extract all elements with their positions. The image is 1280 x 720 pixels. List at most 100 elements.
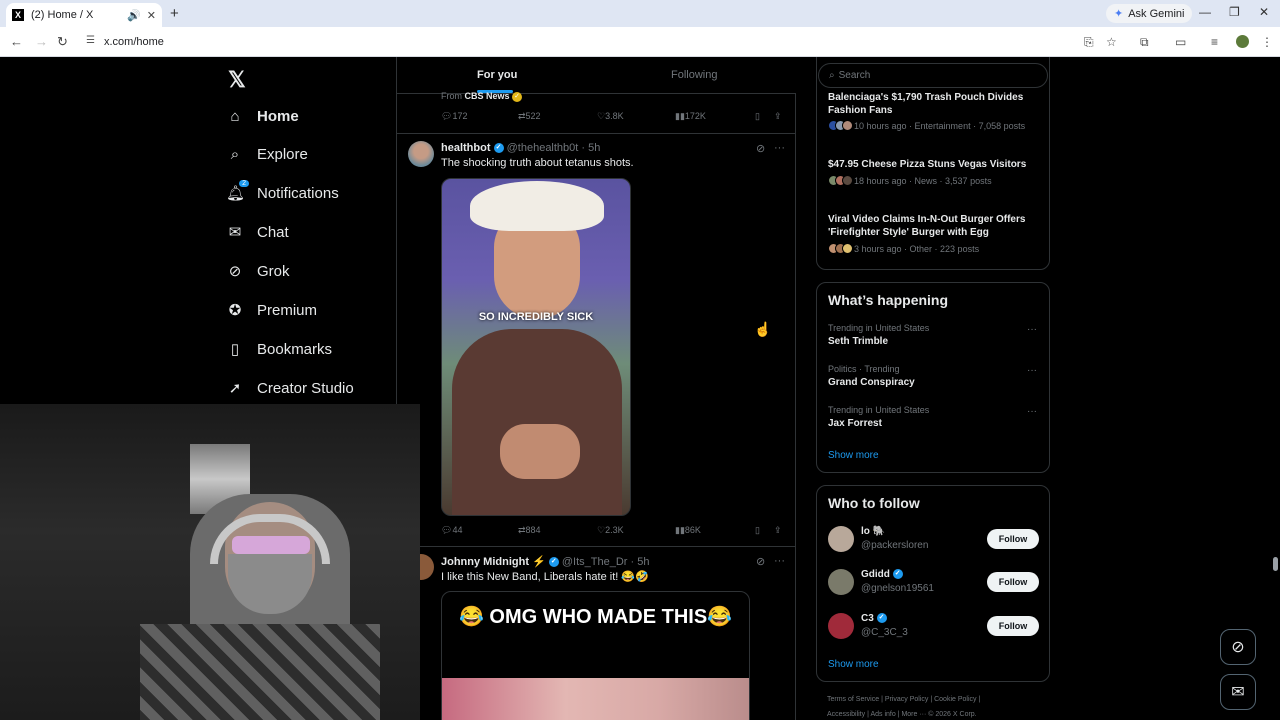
bookmark-icon[interactable]: ▯ bbox=[755, 111, 760, 122]
nav-creator-studio[interactable]: ➚ Creator Studio bbox=[226, 373, 354, 403]
like-button[interactable]: ♡ 2.3K bbox=[597, 525, 624, 536]
minimize-icon[interactable]: — bbox=[1199, 5, 1211, 19]
news-meta-text: 18 hours ago · News · 3,537 posts bbox=[854, 175, 992, 186]
grok-explain-icon[interactable]: ⊘ bbox=[756, 555, 765, 568]
x-logo-icon[interactable]: 𝕏 bbox=[228, 67, 246, 93]
repost-button[interactable]: ⇄ 884 bbox=[518, 525, 541, 536]
footer-links[interactable]: Accessibility | Ads info | More ··· © 20… bbox=[827, 711, 977, 718]
reload-icon[interactable]: ↻ bbox=[57, 34, 68, 50]
more-options-icon[interactable]: ··· bbox=[774, 142, 785, 154]
avatar-stack bbox=[828, 243, 853, 254]
more-options-icon[interactable]: ··· bbox=[1027, 365, 1037, 376]
nav-bookmarks-label: Bookmarks bbox=[257, 340, 333, 358]
share-icon[interactable]: ⇪ bbox=[774, 525, 782, 536]
post-video[interactable]: SO INCREDIBLY SICK bbox=[441, 178, 631, 516]
extensions-icon[interactable]: ⧉ bbox=[1140, 35, 1149, 50]
tab-for-you[interactable]: For you bbox=[477, 69, 517, 81]
nav-chat[interactable]: ✉ Chat bbox=[226, 217, 289, 247]
restore-icon[interactable]: ❐ bbox=[1229, 5, 1240, 19]
account-name[interactable]: lo 🐘 bbox=[861, 526, 885, 537]
nav-notifications[interactable]: 🔔︎ 2 Notifications bbox=[226, 178, 339, 208]
avatar[interactable] bbox=[828, 526, 854, 552]
browser-menu-icon[interactable]: ⋮ bbox=[1261, 35, 1273, 49]
verified-icon: ✓ bbox=[876, 613, 887, 624]
nav-explore[interactable]: ⌕ Explore bbox=[226, 139, 308, 169]
tab-following[interactable]: Following bbox=[671, 69, 717, 81]
nav-bookmarks[interactable]: ▯ Bookmarks bbox=[226, 334, 332, 364]
like-button[interactable]: ♡ 3.8K bbox=[597, 111, 624, 122]
scrollbar-thumb[interactable] bbox=[1273, 557, 1278, 571]
install-icon[interactable]: ⎘ bbox=[1084, 35, 1094, 50]
site-info-icon[interactable]: ☰ bbox=[86, 35, 95, 46]
trend-name[interactable]: Jax Forrest bbox=[828, 418, 882, 429]
verified-icon: ✪ bbox=[228, 302, 242, 319]
x-page: 𝕏 ⌂ Home ⌕ Explore 🔔︎ 2 Notifications ✉ C… bbox=[0, 57, 1280, 720]
bookmark-star-icon[interactable]: ☆ bbox=[1106, 35, 1117, 49]
account-name-text: C3 bbox=[861, 613, 874, 624]
who-to-follow-heading: Who to follow bbox=[828, 495, 920, 511]
close-window-icon[interactable]: ✕ bbox=[1259, 5, 1269, 19]
follow-button[interactable]: Follow bbox=[987, 616, 1039, 636]
streamer-shirt bbox=[140, 624, 380, 720]
forward-icon[interactable]: → bbox=[35, 34, 48, 49]
close-tab-icon[interactable]: ✕ bbox=[147, 9, 156, 22]
footer-links[interactable]: Terms of Service | Privacy Policy | Cook… bbox=[827, 696, 980, 703]
trend-name[interactable]: Seth Trimble bbox=[828, 336, 888, 347]
bookmark-icon[interactable]: ▯ bbox=[755, 525, 760, 536]
view-count: 86K bbox=[684, 525, 701, 535]
split-view-icon[interactable]: ▭ bbox=[1175, 35, 1186, 49]
grok-explain-icon[interactable]: ⊘ bbox=[756, 142, 765, 155]
reply-button[interactable]: 💬︎ 44 bbox=[441, 525, 462, 536]
source-prefix: From bbox=[441, 91, 462, 101]
avatar-stack bbox=[828, 120, 853, 131]
avatar[interactable] bbox=[828, 569, 854, 595]
media-controls-icon[interactable]: ≡ bbox=[1211, 35, 1218, 49]
show-more-link[interactable]: Show more bbox=[828, 450, 879, 461]
profile-avatar-icon[interactable] bbox=[1236, 35, 1249, 48]
x-favicon-icon: X bbox=[12, 9, 24, 21]
news-title[interactable]: Viral Video Claims In-N-Out Burger Offer… bbox=[828, 213, 1043, 239]
ask-gemini-button[interactable]: ✦ Ask Gemini bbox=[1106, 4, 1193, 23]
grok-fab-icon[interactable]: ⊘ bbox=[1220, 629, 1256, 665]
new-tab-icon[interactable]: + bbox=[170, 5, 179, 22]
follow-button[interactable]: Follow bbox=[987, 529, 1039, 549]
post-video[interactable]: 😂 OMG WHO MADE THIS😂 bbox=[441, 591, 750, 720]
trend-name[interactable]: Grand Conspiracy bbox=[828, 377, 915, 388]
post-author[interactable]: healthbot ✓ @thehealthb0t · 5h bbox=[441, 142, 600, 154]
nav-premium[interactable]: ✪ Premium bbox=[226, 295, 317, 325]
avatar[interactable] bbox=[408, 141, 434, 167]
news-title[interactable]: $47.95 Cheese Pizza Stuns Vegas Visitors bbox=[828, 158, 1043, 171]
post-author[interactable]: Johnny Midnight ⚡ ✓ @Its_The_Dr · 5h bbox=[441, 555, 649, 568]
url-field[interactable]: ☰ x.com/home bbox=[80, 30, 1125, 54]
more-options-icon[interactable]: ··· bbox=[1027, 406, 1037, 417]
share-icon[interactable]: ⇪ bbox=[774, 111, 782, 122]
video-subject-hands bbox=[500, 424, 580, 479]
show-more-link[interactable]: Show more bbox=[828, 659, 879, 670]
account-name[interactable]: Gdidd ✓ bbox=[861, 569, 903, 580]
nav-chat-label: Chat bbox=[257, 223, 289, 241]
nav-grok[interactable]: ⊘ Grok bbox=[226, 256, 290, 286]
account-name[interactable]: C3 ✓ bbox=[861, 613, 887, 624]
news-title[interactable]: Balenciaga's $1,790 Trash Pouch Divides … bbox=[828, 91, 1043, 117]
verified-icon: ✓ bbox=[493, 143, 504, 154]
source-name[interactable]: CBS News bbox=[465, 91, 510, 101]
views-button[interactable]: ▮▮ 86K bbox=[675, 525, 701, 536]
video-subject-shirt bbox=[452, 329, 622, 515]
back-icon[interactable]: ← bbox=[10, 34, 23, 49]
avatar[interactable] bbox=[828, 613, 854, 639]
nav-home[interactable]: ⌂ Home bbox=[226, 101, 298, 131]
follow-button[interactable]: Follow bbox=[987, 572, 1039, 592]
more-options-icon[interactable]: ··· bbox=[1027, 324, 1037, 335]
whats-happening-card: What’s happening Trending in United Stat… bbox=[816, 282, 1050, 473]
gemini-sparkle-icon: ✦ bbox=[1114, 8, 1124, 20]
news-meta-text: 3 hours ago · Other · 223 posts bbox=[854, 243, 980, 254]
reply-button[interactable]: 💬︎ 172 bbox=[441, 111, 467, 122]
page-scrollbar[interactable] bbox=[1271, 57, 1280, 720]
timeline: For you Following From CBS News ✓ 💬︎ 172… bbox=[396, 57, 796, 720]
repost-button[interactable]: ⇄ 522 bbox=[518, 111, 541, 122]
views-button[interactable]: ▮▮ 172K bbox=[675, 111, 706, 122]
browser-tab[interactable]: X (2) Home / X 🔊 ✕ bbox=[6, 3, 162, 27]
speaker-icon[interactable]: 🔊 bbox=[127, 9, 141, 22]
more-options-icon[interactable]: ··· bbox=[774, 555, 785, 567]
messages-fab-icon[interactable]: ✉ bbox=[1220, 674, 1256, 710]
